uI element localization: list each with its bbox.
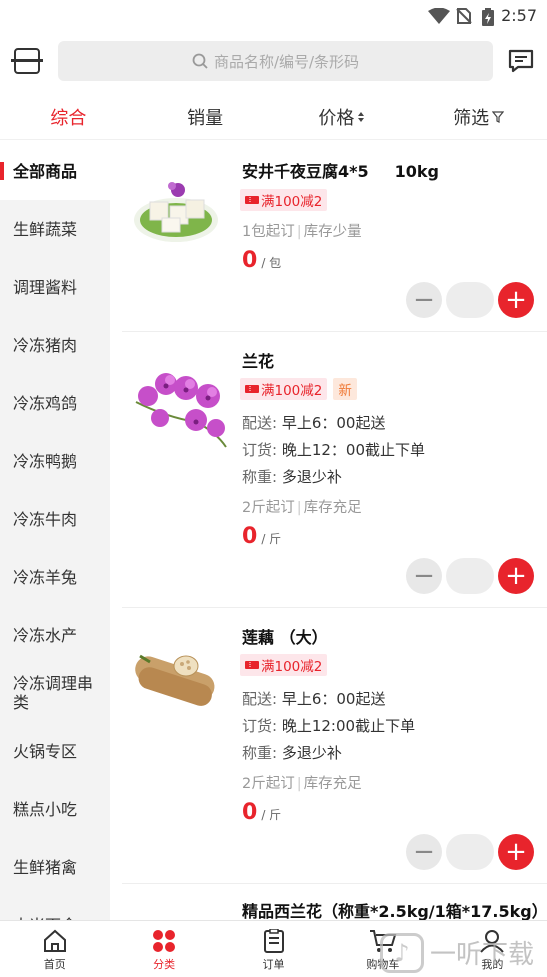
category-item[interactable]: 冷冻水产 <box>0 606 110 664</box>
product-image-orchid <box>135 373 227 448</box>
quantity-stepper: − + <box>406 834 536 870</box>
quantity-stepper: − + <box>406 282 536 318</box>
quantity-field[interactable] <box>446 558 494 594</box>
sort-arrows-icon <box>358 111 365 122</box>
battery-charging-icon <box>482 8 494 26</box>
product-card[interactable]: 莲藕 （大） 满100减2 配送: 早上6：00起送 订货: 晚上12:00截止… <box>122 608 547 884</box>
category-item[interactable]: 生鲜蔬菜 <box>0 200 110 258</box>
product-name: 兰花 <box>242 352 275 371</box>
category-item[interactable]: 生鲜猪禽 <box>0 838 110 896</box>
product-moq-stock: 2斤起订 | 库存充足 <box>242 776 362 792</box>
decrease-button[interactable]: − <box>406 558 442 594</box>
tab-home[interactable]: 首页 <box>0 921 109 977</box>
promo-tag: 满100减2 <box>240 378 328 400</box>
search-placeholder: 商品名称/编号/条形码 <box>213 52 360 71</box>
category-icon <box>153 930 176 952</box>
sort-filter[interactable]: 筛选 <box>410 94 547 139</box>
category-sidebar: 全部商品 生鲜蔬菜 调理酱料 冷冻猪肉 冷冻鸡鸽 冷冻鸭鹅 冷冻牛肉 冷冻羊兔 … <box>0 142 110 920</box>
quantity-field[interactable] <box>446 834 494 870</box>
category-item[interactable]: 冷冻牛肉 <box>0 490 110 548</box>
quantity-stepper: − + <box>406 558 536 594</box>
message-icon[interactable] <box>508 49 534 73</box>
category-all[interactable]: 全部商品 <box>0 142 110 200</box>
tab-orders[interactable]: 订单 <box>219 921 328 977</box>
weigh-info: 称重: 多退少补 <box>242 468 342 486</box>
promo-tag: 满100减2 <box>240 654 328 676</box>
category-item[interactable]: 冷冻鸭鹅 <box>0 432 110 490</box>
order-info: 订货: 晚上12：00截止下单 <box>242 441 426 459</box>
product-price: 0/ 斤 <box>242 524 282 549</box>
increase-button[interactable]: + <box>498 834 534 870</box>
decrease-button[interactable]: − <box>406 834 442 870</box>
new-badge: 新 <box>333 378 357 400</box>
category-item[interactable]: 大米面食 <box>0 896 110 921</box>
product-price: 0/ 斤 <box>242 800 282 825</box>
home-icon <box>43 929 66 952</box>
scan-icon[interactable] <box>11 48 43 74</box>
sort-sales[interactable]: 销量 <box>137 94 274 139</box>
promo-tag: 满100减2 <box>240 189 328 211</box>
order-info: 订货: 晚上12:00截止下单 <box>242 717 416 735</box>
category-item[interactable]: 冷冻调理串类 <box>0 664 100 722</box>
filter-icon <box>492 110 505 123</box>
coupon-icon <box>245 196 259 204</box>
category-item[interactable]: 冷冻猪肉 <box>0 316 110 374</box>
watermark: ♪ 一听下载 <box>380 930 547 975</box>
decrease-button[interactable]: − <box>406 282 442 318</box>
product-card[interactable]: 安井千夜豆腐4*5 10kg 满100减2 1包起订 | 库存少量 0/ 包 − + <box>122 142 547 332</box>
coupon-icon <box>245 385 259 393</box>
product-image-lotus-root <box>135 654 215 706</box>
search-input[interactable]: 商品名称/编号/条形码 <box>58 41 493 81</box>
coupon-icon <box>245 661 259 669</box>
product-image-broccoli <box>126 908 230 920</box>
product-spec: 10kg <box>394 162 439 181</box>
top-bar: 商品名称/编号/条形码 <box>0 32 547 90</box>
weigh-info: 称重: 多退少补 <box>242 744 342 762</box>
watermark-logo-icon: ♪ <box>380 932 424 973</box>
wifi-icon <box>428 8 450 24</box>
product-card[interactable]: 精品西兰花（称重*2.5kg/1箱*17.5kg） <box>122 884 547 920</box>
product-list: 安井千夜豆腐4*5 10kg 满100减2 1包起订 | 库存少量 0/ 包 − + … <box>122 142 547 920</box>
status-time: 2:57 <box>501 6 537 25</box>
category-item[interactable]: 糕点小吃 <box>0 780 110 838</box>
search-icon <box>192 53 208 69</box>
product-price: 0/ 包 <box>242 248 282 273</box>
quantity-field[interactable] <box>446 282 494 318</box>
no-sim-icon <box>456 8 472 24</box>
product-name: 安井千夜豆腐4*5 10kg <box>242 162 439 181</box>
category-item[interactable]: 调理酱料 <box>0 258 110 316</box>
increase-button[interactable]: + <box>498 558 534 594</box>
status-bar: 2:57 <box>0 0 547 32</box>
product-card[interactable]: 兰花 满100减2 新 配送: 早上6：00起送 订货: 晚上12：00截止下单… <box>122 332 547 608</box>
delivery-info: 配送: 早上6：00起送 <box>242 414 386 432</box>
product-moq-stock: 1包起订 | 库存少量 <box>242 224 362 240</box>
product-image-tofu <box>134 182 218 242</box>
sort-bar: 综合 销量 价格 筛选 <box>0 94 547 140</box>
category-item[interactable]: 冷冻鸡鸽 <box>0 374 110 432</box>
product-moq-stock: 2斤起订 | 库存充足 <box>242 500 362 516</box>
sort-comprehensive[interactable]: 综合 <box>0 94 137 139</box>
product-name: 精品西兰花（称重*2.5kg/1箱*17.5kg） <box>242 902 547 920</box>
product-name: 莲藕 （大） <box>242 628 328 647</box>
sort-price[interactable]: 价格 <box>274 94 411 139</box>
tab-category[interactable]: 分类 <box>109 921 218 977</box>
order-list-icon <box>263 929 284 953</box>
category-item[interactable]: 火锅专区 <box>0 722 110 780</box>
category-item[interactable]: 冷冻羊兔 <box>0 548 110 606</box>
delivery-info: 配送: 早上6：00起送 <box>242 690 386 708</box>
increase-button[interactable]: + <box>498 282 534 318</box>
app-screen: 2:57 商品名称/编号/条形码 综合 销量 价格 筛选 全部商品 生鲜蔬菜 调… <box>0 0 547 977</box>
